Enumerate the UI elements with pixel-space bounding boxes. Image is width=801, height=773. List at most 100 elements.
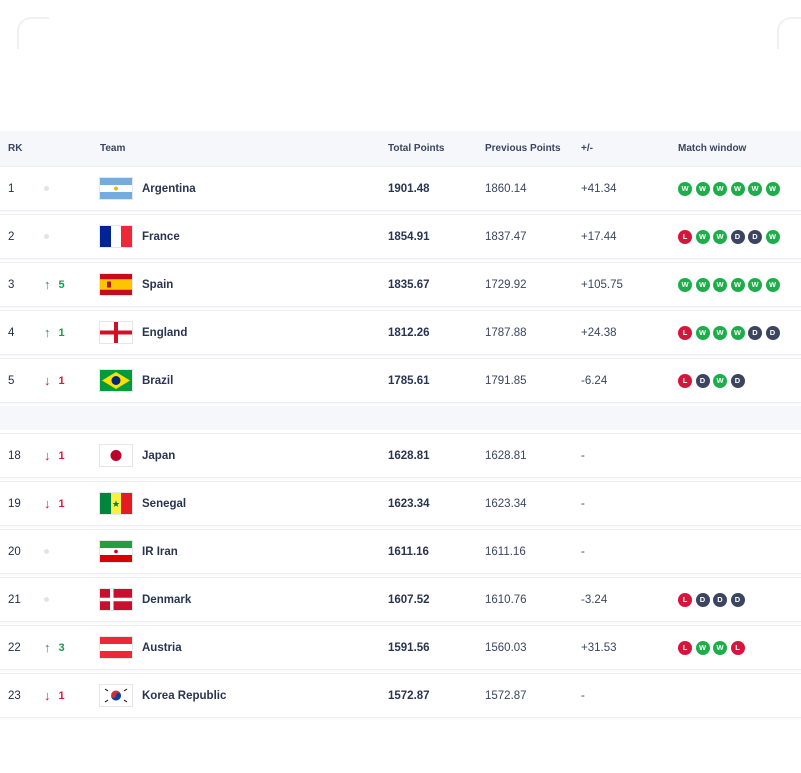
result-badge[interactable]: W — [695, 277, 710, 292]
result-badge[interactable]: D — [765, 325, 780, 340]
movement-value: 1 — [58, 689, 65, 702]
result-badge[interactable]: W — [695, 325, 710, 340]
result-badge[interactable]: D — [748, 229, 762, 244]
team-name[interactable]: Denmark — [142, 594, 191, 606]
team-cell[interactable]: England — [100, 322, 388, 343]
result-badge[interactable]: W — [748, 181, 762, 196]
england-flag-icon — [100, 322, 132, 343]
result-badge[interactable]: W — [713, 277, 727, 292]
japan-flag-icon — [100, 445, 132, 466]
result-badge[interactable]: W — [695, 181, 710, 196]
movement-cell: ↑ 5 — [44, 278, 100, 291]
result-badge[interactable]: L — [730, 640, 745, 655]
arrow-up-icon: ↑ — [44, 640, 51, 655]
result-badge[interactable]: D — [730, 229, 745, 244]
diff-cell: - — [581, 545, 585, 558]
result-badge[interactable]: D — [695, 373, 710, 388]
card-corner-right — [777, 17, 801, 49]
no-change-dot-icon — [44, 234, 49, 239]
header-total-points[interactable]: Total Points — [388, 143, 485, 154]
movement-cell: ↑ 3 — [44, 641, 100, 654]
result-badge[interactable]: L — [678, 373, 692, 388]
result-badge[interactable]: L — [678, 640, 692, 655]
result-badge[interactable]: L — [678, 229, 692, 244]
result-badge[interactable]: W — [678, 277, 692, 292]
table-row[interactable]: 2 France 1854.91 1837.47 +17.44 L W W D D W — [0, 214, 801, 259]
team-name[interactable]: Argentina — [142, 183, 196, 195]
total-points-cell: 1591.56 — [388, 641, 430, 654]
team-cell[interactable]: Spain — [100, 274, 388, 295]
total-points-cell: 1628.81 — [388, 449, 430, 462]
header-diff[interactable]: +/- — [581, 143, 678, 154]
result-badge[interactable]: W — [713, 373, 727, 388]
team-name[interactable]: Austria — [142, 642, 182, 654]
team-cell[interactable]: Brazil — [100, 370, 388, 391]
senegal-flag-icon — [100, 493, 132, 514]
team-cell[interactable]: IR Iran — [100, 541, 388, 562]
team-name[interactable]: Senegal — [142, 498, 186, 510]
table-row[interactable]: 18 ↓ 1 Japan 1628.81 1628.81- — [0, 433, 801, 478]
table-row[interactable]: 19 ↓ 1 Senegal 1623.34 1623.34- — [0, 481, 801, 526]
team-cell[interactable]: Senegal — [100, 493, 388, 514]
result-badge[interactable]: W — [765, 181, 780, 196]
diff-cell: - — [581, 449, 585, 462]
table-row[interactable]: 23 ↓ 1 Korea Republic 1572.87 1572.87- — [0, 673, 801, 718]
team-name[interactable]: England — [142, 327, 187, 339]
france-flag-icon — [100, 226, 132, 247]
result-badge[interactable]: W — [713, 181, 727, 196]
previous-points-cell: 1837.47 — [485, 230, 527, 243]
team-name[interactable]: Brazil — [142, 375, 173, 387]
result-badge[interactable]: L — [678, 592, 692, 607]
team-cell[interactable]: Japan — [100, 445, 388, 466]
result-badge[interactable]: W — [765, 277, 780, 292]
movement-value: 1 — [58, 374, 65, 387]
result-badge[interactable]: W — [730, 325, 745, 340]
result-badge[interactable]: W — [713, 325, 727, 340]
brazil-flag-icon — [100, 370, 132, 391]
team-cell[interactable]: France — [100, 226, 388, 247]
table-row[interactable]: 1 Argentina 1901.48 1860.14 +41.34 W W W W W W — [0, 166, 801, 211]
table-row[interactable]: 3 ↑ 5 Spain 1835.67 1729.92 +105.75 W W W W W W — [0, 262, 801, 307]
result-badge[interactable]: W — [730, 277, 745, 292]
card-corner-left — [17, 17, 49, 49]
result-badge[interactable]: W — [678, 181, 692, 196]
team-cell[interactable]: Argentina — [100, 178, 388, 199]
result-badge[interactable]: W — [748, 277, 762, 292]
header-rank[interactable]: RK — [0, 143, 44, 154]
table-row[interactable]: 4 ↑ 1 England 1812.26 1787.88 +24.38 L W W W D D — [0, 310, 801, 355]
previous-points-cell: 1791.85 — [485, 374, 527, 387]
table-row[interactable]: 5 ↓ 1 Brazil 1785.61 1791.85 -6.24 L D W D — [0, 358, 801, 403]
table-header: RK Team Total Points Previous Points +/-… — [0, 131, 801, 166]
table-row[interactable]: 22 ↑ 3 Austria 1591.56 1560.03 +31.53 L W W L — [0, 625, 801, 670]
team-cell[interactable]: Denmark — [100, 589, 388, 610]
team-name[interactable]: Spain — [142, 279, 173, 291]
team-name[interactable]: IR Iran — [142, 546, 178, 558]
result-badge[interactable]: L — [678, 325, 692, 340]
table-row[interactable]: 21 Denmark 1607.52 1610.76 -3.24 L D D D — [0, 577, 801, 622]
result-badge[interactable]: W — [695, 229, 710, 244]
result-badge[interactable]: D — [730, 592, 745, 607]
total-points-cell: 1812.26 — [388, 326, 430, 339]
team-name[interactable]: France — [142, 231, 180, 243]
result-badge[interactable]: W — [713, 229, 727, 244]
total-points-cell: 1611.16 — [388, 545, 429, 558]
result-badge[interactable]: W — [713, 640, 727, 655]
team-name[interactable]: Korea Republic — [142, 690, 226, 702]
result-badge[interactable]: W — [695, 640, 710, 655]
result-badge[interactable]: W — [765, 229, 780, 244]
team-name[interactable]: Japan — [142, 450, 175, 462]
team-cell[interactable]: Austria — [100, 637, 388, 658]
result-badge[interactable]: W — [730, 181, 745, 196]
result-badge[interactable]: D — [748, 325, 762, 340]
result-badge[interactable]: D — [713, 592, 727, 607]
team-cell[interactable]: Korea Republic — [100, 685, 388, 706]
result-badge[interactable]: D — [730, 373, 745, 388]
result-badge[interactable]: D — [695, 592, 710, 607]
header-team[interactable]: Team — [100, 143, 388, 154]
total-points-cell: 1835.67 — [388, 278, 430, 291]
ranking-table: RK Team Total Points Previous Points +/-… — [0, 131, 801, 721]
table-row[interactable]: 20 IR Iran 1611.16 1611.16 - — [0, 529, 801, 574]
header-previous-points[interactable]: Previous Points — [485, 143, 581, 154]
row-gap — [0, 406, 801, 430]
match-window-cell: WWWWWW — [678, 181, 801, 196]
